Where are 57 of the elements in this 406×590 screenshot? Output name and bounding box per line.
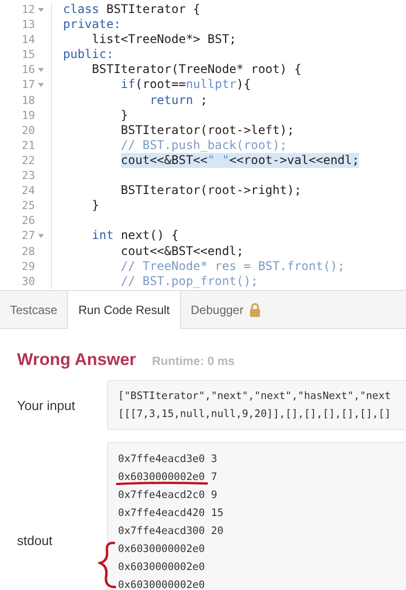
line-number: 13 xyxy=(22,17,35,32)
brace-mark xyxy=(98,541,116,589)
output-line: 0x7ffe4eacd3e0 3 xyxy=(118,453,218,465)
output-line: 0x6030000002e0 xyxy=(118,543,205,555)
runtime-text: Runtime: 0 ms xyxy=(152,354,235,368)
fold-caret-icon[interactable] xyxy=(38,83,44,88)
code-line: // BST.push_back(root); xyxy=(120,138,287,153)
fold-caret-icon[interactable] xyxy=(38,234,44,238)
tab[interactable]: Testcase xyxy=(0,291,68,328)
code-line: // BST.pop_front(); xyxy=(120,274,258,289)
output-line: 0x7ffe4eacd2c0 9 xyxy=(118,489,218,501)
code-line: int next() { xyxy=(92,228,179,244)
code-line: } xyxy=(92,198,100,214)
output-line: 0x6030000002e0 7 xyxy=(118,471,218,483)
line-number: 21 xyxy=(22,138,35,153)
line-number: 22 xyxy=(22,152,35,168)
code-line: } xyxy=(120,108,128,123)
field-label: stdout xyxy=(17,532,54,548)
code-line: BSTIterator(root->left); xyxy=(120,122,294,138)
output-line: 0x6030000002e0 xyxy=(118,579,205,590)
line-number: 24 xyxy=(22,183,35,198)
code-line: private: xyxy=(63,17,121,32)
line-number: 28 xyxy=(22,244,35,259)
code-line: public: xyxy=(63,47,114,62)
code-line: cout<<&BST<<endl; xyxy=(120,244,244,259)
result-status: Wrong Answer xyxy=(17,350,136,370)
line-number: 14 xyxy=(22,32,35,48)
output-line: 0x7ffe4eacd300 20 xyxy=(118,525,224,537)
fold-caret-icon[interactable] xyxy=(38,68,44,72)
code-line: class BSTIterator { xyxy=(63,2,200,18)
input-line: [[[7,3,15,null,null,9,20]],[],[],[],[],[],[] xyxy=(118,407,392,422)
field-label: Your input xyxy=(17,398,76,412)
line-number: 18 xyxy=(22,92,35,108)
line-number: 12 xyxy=(22,2,35,18)
fold-caret-icon[interactable] xyxy=(38,8,44,12)
code-line: // TreeNode* res = BST.front(); xyxy=(120,258,345,274)
line-number: 15 xyxy=(22,47,35,62)
tab[interactable]: Debugger xyxy=(180,291,272,328)
line-number: 23 xyxy=(22,168,35,184)
line-number: 26 xyxy=(22,213,35,228)
line-number: 27 xyxy=(22,228,35,244)
code-line: if(root==nullptr){ xyxy=(120,77,251,93)
line-number: 20 xyxy=(22,122,35,138)
input-line: ["BSTIterator","next","next","hasNext","next xyxy=(118,389,392,404)
line-number: 25 xyxy=(22,198,35,214)
tab[interactable]: Run Code Result xyxy=(67,291,181,329)
line-number: 30 xyxy=(22,274,35,289)
code-line: list<TreeNode*> BST; xyxy=(92,32,236,48)
code-line: BSTIterator(TreeNode* root) { xyxy=(92,62,302,78)
line-number: 16 xyxy=(22,62,35,78)
output-line: 0x6030000002e0 xyxy=(118,561,205,573)
line-number: 19 xyxy=(22,108,35,123)
line-number: 17 xyxy=(22,77,35,93)
output-line: 0x7ffe4eacd420 15 xyxy=(118,507,224,519)
code-line: return ; xyxy=(150,92,208,108)
code-line: BSTIterator(root->right); xyxy=(120,183,302,198)
line-number: 29 xyxy=(22,258,35,274)
